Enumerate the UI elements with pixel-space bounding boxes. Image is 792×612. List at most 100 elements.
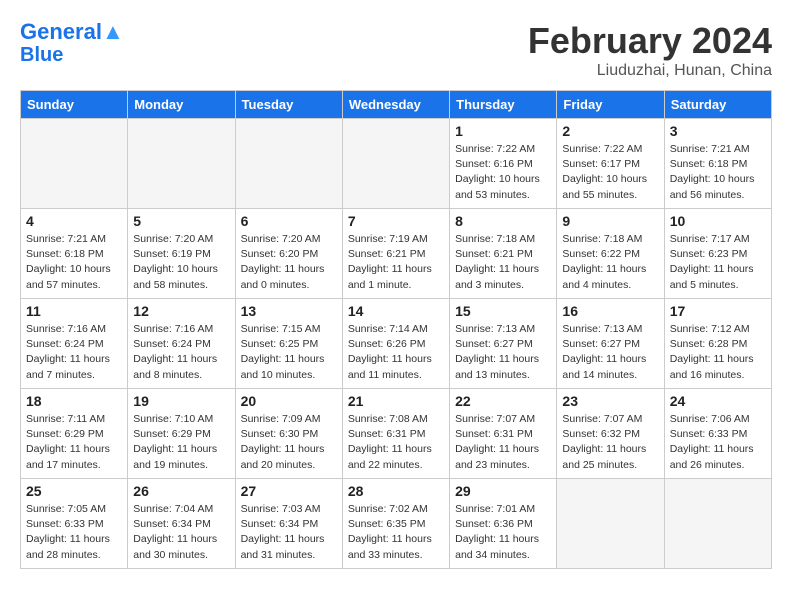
calendar-cell xyxy=(128,119,235,209)
day-number: 3 xyxy=(670,123,766,139)
day-number: 18 xyxy=(26,393,122,409)
day-number: 20 xyxy=(241,393,337,409)
day-sun-info: Sunrise: 7:03 AMSunset: 6:34 PMDaylight:… xyxy=(241,502,337,563)
day-sun-info: Sunrise: 7:08 AMSunset: 6:31 PMDaylight:… xyxy=(348,412,444,473)
logo-text2: Blue xyxy=(20,44,124,66)
day-number: 8 xyxy=(455,213,551,229)
calendar-cell: 28 Sunrise: 7:02 AMSunset: 6:35 PMDayligh… xyxy=(342,479,449,569)
logo: General▲ Blue xyxy=(20,20,124,66)
calendar-cell: 25Sunrise: 7:05 AMSunset: 6:33 PMDayligh… xyxy=(21,479,128,569)
calendar-week-row: 4 Sunrise: 7:21 AMSunset: 6:18 PMDaylight… xyxy=(21,209,772,299)
day-sun-info: Sunrise: 7:13 AMSunset: 6:27 PMDaylight:… xyxy=(455,322,551,383)
day-number: 5 xyxy=(133,213,229,229)
day-number: 27 xyxy=(241,483,337,499)
day-sun-info: Sunrise: 7:20 AMSunset: 6:19 PMDaylight:… xyxy=(133,232,229,293)
day-sun-info: Sunrise: 7:15 AMSunset: 6:25 PMDaylight:… xyxy=(241,322,337,383)
day-sun-info: Sunrise: 7:16 AMSunset: 6:24 PMDaylight:… xyxy=(26,322,122,383)
day-of-week-header: Monday xyxy=(128,91,235,119)
day-number: 10 xyxy=(670,213,766,229)
calendar-cell: 21 Sunrise: 7:08 AMSunset: 6:31 PMDayligh… xyxy=(342,389,449,479)
day-of-week-header: Tuesday xyxy=(235,91,342,119)
day-sun-info: Sunrise: 7:22 AMSunset: 6:16 PMDaylight:… xyxy=(455,142,551,203)
day-sun-info: Sunrise: 7:16 AMSunset: 6:24 PMDaylight:… xyxy=(133,322,229,383)
day-sun-info: Sunrise: 7:14 AMSunset: 6:26 PMDaylight:… xyxy=(348,322,444,383)
day-of-week-header: Saturday xyxy=(664,91,771,119)
day-sun-info: Sunrise: 7:09 AMSunset: 6:30 PMDaylight:… xyxy=(241,412,337,473)
calendar-cell: 24 Sunrise: 7:06 AMSunset: 6:33 PMDayligh… xyxy=(664,389,771,479)
day-of-week-header: Sunday xyxy=(21,91,128,119)
day-of-week-header: Thursday xyxy=(450,91,557,119)
day-sun-info: Sunrise: 7:10 AMSunset: 6:29 PMDaylight:… xyxy=(133,412,229,473)
day-sun-info: Sunrise: 7:22 AMSunset: 6:17 PMDaylight:… xyxy=(562,142,658,203)
calendar-cell: 20 Sunrise: 7:09 AMSunset: 6:30 PMDayligh… xyxy=(235,389,342,479)
day-sun-info: Sunrise: 7:11 AMSunset: 6:29 PMDaylight:… xyxy=(26,412,122,473)
day-sun-info: Sunrise: 7:07 AMSunset: 6:32 PMDaylight:… xyxy=(562,412,658,473)
day-sun-info: Sunrise: 7:18 AMSunset: 6:21 PMDaylight:… xyxy=(455,232,551,293)
day-number: 26 xyxy=(133,483,229,499)
calendar-cell: 6Sunrise: 7:20 AMSunset: 6:20 PMDaylight… xyxy=(235,209,342,299)
day-sun-info: Sunrise: 7:12 AMSunset: 6:28 PMDaylight:… xyxy=(670,322,766,383)
calendar-cell: 1Sunrise: 7:22 AMSunset: 6:16 PMDaylight… xyxy=(450,119,557,209)
calendar-cell: 12Sunrise: 7:16 AMSunset: 6:24 PMDayligh… xyxy=(128,299,235,389)
day-number: 9 xyxy=(562,213,658,229)
calendar-header-row: SundayMondayTuesdayWednesdayThursdayFrid… xyxy=(21,91,772,119)
day-sun-info: Sunrise: 7:18 AMSunset: 6:22 PMDaylight:… xyxy=(562,232,658,293)
day-sun-info: Sunrise: 7:02 AMSunset: 6:35 PMDaylight:… xyxy=(348,502,444,563)
day-sun-info: Sunrise: 7:19 AMSunset: 6:21 PMDaylight:… xyxy=(348,232,444,293)
calendar-week-row: 11Sunrise: 7:16 AMSunset: 6:24 PMDayligh… xyxy=(21,299,772,389)
day-number: 23 xyxy=(562,393,658,409)
day-of-week-header: Friday xyxy=(557,91,664,119)
month-year-title: February 2024 xyxy=(528,20,772,62)
day-number: 24 xyxy=(670,393,766,409)
logo-text: General▲ xyxy=(20,20,124,44)
calendar-cell xyxy=(235,119,342,209)
day-number: 4 xyxy=(26,213,122,229)
day-number: 19 xyxy=(133,393,229,409)
day-number: 14 xyxy=(348,303,444,319)
calendar-cell: 26 Sunrise: 7:04 AMSunset: 6:34 PMDayligh… xyxy=(128,479,235,569)
day-sun-info: Sunrise: 7:05 AMSunset: 6:33 PMDaylight:… xyxy=(26,502,122,563)
day-number: 7 xyxy=(348,213,444,229)
day-sun-info: Sunrise: 7:21 AMSunset: 6:18 PMDaylight:… xyxy=(26,232,122,293)
calendar-week-row: 25Sunrise: 7:05 AMSunset: 6:33 PMDayligh… xyxy=(21,479,772,569)
day-number: 2 xyxy=(562,123,658,139)
calendar-cell: 19 Sunrise: 7:10 AMSunset: 6:29 PMDayligh… xyxy=(128,389,235,479)
day-number: 21 xyxy=(348,393,444,409)
calendar-cell: 3 Sunrise: 7:21 AMSunset: 6:18 PMDaylight… xyxy=(664,119,771,209)
calendar-cell: 29Sunrise: 7:01 AMSunset: 6:36 PMDayligh… xyxy=(450,479,557,569)
calendar-cell: 9 Sunrise: 7:18 AMSunset: 6:22 PMDaylight… xyxy=(557,209,664,299)
day-sun-info: Sunrise: 7:13 AMSunset: 6:27 PMDaylight:… xyxy=(562,322,658,383)
title-section: February 2024 Liuduzhai, Hunan, China xyxy=(528,20,772,80)
day-number: 15 xyxy=(455,303,551,319)
day-number: 28 xyxy=(348,483,444,499)
calendar-cell xyxy=(557,479,664,569)
location-subtitle: Liuduzhai, Hunan, China xyxy=(528,62,772,80)
page-header: General▲ Blue February 2024 Liuduzhai, H… xyxy=(20,20,772,80)
day-number: 6 xyxy=(241,213,337,229)
calendar-cell: 17 Sunrise: 7:12 AMSunset: 6:28 PMDayligh… xyxy=(664,299,771,389)
day-sun-info: Sunrise: 7:06 AMSunset: 6:33 PMDaylight:… xyxy=(670,412,766,473)
day-number: 13 xyxy=(241,303,337,319)
calendar-cell: 15 Sunrise: 7:13 AMSunset: 6:27 PMDayligh… xyxy=(450,299,557,389)
calendar-cell: 13 Sunrise: 7:15 AMSunset: 6:25 PMDayligh… xyxy=(235,299,342,389)
calendar-cell: 8 Sunrise: 7:18 AMSunset: 6:21 PMDaylight… xyxy=(450,209,557,299)
calendar-cell: 18 Sunrise: 7:11 AMSunset: 6:29 PMDayligh… xyxy=(21,389,128,479)
calendar-cell: 16 Sunrise: 7:13 AMSunset: 6:27 PMDayligh… xyxy=(557,299,664,389)
calendar-cell xyxy=(664,479,771,569)
calendar-cell: 22 Sunrise: 7:07 AMSunset: 6:31 PMDayligh… xyxy=(450,389,557,479)
calendar-cell: 7 Sunrise: 7:19 AMSunset: 6:21 PMDaylight… xyxy=(342,209,449,299)
calendar-week-row: 1Sunrise: 7:22 AMSunset: 6:16 PMDaylight… xyxy=(21,119,772,209)
day-number: 16 xyxy=(562,303,658,319)
day-sun-info: Sunrise: 7:01 AMSunset: 6:36 PMDaylight:… xyxy=(455,502,551,563)
day-sun-info: Sunrise: 7:17 AMSunset: 6:23 PMDaylight:… xyxy=(670,232,766,293)
day-sun-info: Sunrise: 7:21 AMSunset: 6:18 PMDaylight:… xyxy=(670,142,766,203)
day-sun-info: Sunrise: 7:04 AMSunset: 6:34 PMDaylight:… xyxy=(133,502,229,563)
day-number: 17 xyxy=(670,303,766,319)
calendar-cell xyxy=(21,119,128,209)
calendar-cell: 11Sunrise: 7:16 AMSunset: 6:24 PMDayligh… xyxy=(21,299,128,389)
calendar-cell: 5 Sunrise: 7:20 AMSunset: 6:19 PMDaylight… xyxy=(128,209,235,299)
day-sun-info: Sunrise: 7:07 AMSunset: 6:31 PMDaylight:… xyxy=(455,412,551,473)
calendar-cell: 27 Sunrise: 7:03 AMSunset: 6:34 PMDayligh… xyxy=(235,479,342,569)
calendar-cell: 23 Sunrise: 7:07 AMSunset: 6:32 PMDayligh… xyxy=(557,389,664,479)
day-number: 22 xyxy=(455,393,551,409)
